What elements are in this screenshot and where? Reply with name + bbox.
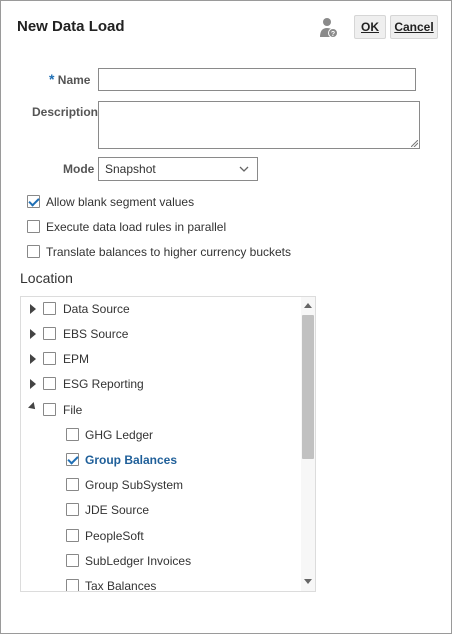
svg-text:?: ? — [331, 31, 335, 38]
ok-button[interactable]: OK — [354, 15, 386, 39]
cancel-button[interactable]: Cancel — [390, 15, 438, 39]
allow-blank-segment-label: Allow blank segment values — [46, 195, 195, 209]
tree-item-data-source[interactable]: Data Source — [63, 302, 130, 316]
tree-checkbox-jde-source[interactable] — [66, 503, 79, 516]
tree-item-epm[interactable]: EPM — [63, 352, 89, 366]
mode-label: Mode — [63, 162, 95, 176]
expand-triangle-icon[interactable] — [30, 329, 36, 339]
scroll-down-arrow-icon[interactable] — [304, 579, 312, 584]
expand-triangle-icon[interactable] — [30, 304, 36, 314]
chevron-down-icon — [239, 166, 249, 172]
expand-triangle-icon[interactable] — [30, 354, 36, 364]
collapse-triangle-icon[interactable] — [28, 402, 38, 412]
tree-checkbox-ghg-ledger[interactable] — [66, 428, 79, 441]
tree-item-peoplesoft[interactable]: PeopleSoft — [85, 529, 144, 543]
translate-balances-checkbox[interactable] — [27, 245, 40, 258]
person-help-icon[interactable]: ? — [320, 17, 338, 39]
tree-item-group-balances[interactable]: Group Balances — [85, 453, 177, 467]
name-input[interactable] — [98, 68, 416, 91]
tree-item-subledger-invoices[interactable]: SubLedger Invoices — [85, 554, 191, 568]
required-marker: * — [49, 71, 55, 87]
mode-select-value: Snapshot — [105, 162, 156, 176]
tree-checkbox-peoplesoft[interactable] — [66, 529, 79, 542]
tree-item-tax-balances[interactable]: Tax Balances — [85, 579, 156, 591]
name-label-group: * Name — [49, 71, 90, 87]
tree-item-group-subsystem[interactable]: Group SubSystem — [85, 478, 183, 492]
location-tree: Data Source EBS Source EPM ESG Reporting… — [20, 296, 316, 592]
translate-balances-label: Translate balances to higher currency bu… — [46, 245, 292, 259]
name-label: Name — [57, 73, 91, 87]
new-data-load-dialog: New Data Load ? OK Cancel * Name Descrip… — [0, 0, 452, 634]
tree-scrollbar[interactable] — [301, 297, 315, 591]
tree-item-jde-source[interactable]: JDE Source — [85, 503, 149, 517]
expand-triangle-icon[interactable] — [30, 379, 36, 389]
execute-parallel-checkbox[interactable] — [27, 220, 40, 233]
allow-blank-segment-checkbox[interactable] — [27, 195, 40, 208]
scroll-up-arrow-icon[interactable] — [304, 303, 312, 308]
description-textarea[interactable] — [98, 101, 420, 149]
tree-item-esg-reporting[interactable]: ESG Reporting — [63, 377, 144, 391]
tree-checkbox-ebs-source[interactable] — [43, 327, 56, 340]
location-heading: Location — [20, 270, 73, 286]
tree-checkbox-group-subsystem[interactable] — [66, 478, 79, 491]
description-label: Description — [32, 105, 99, 119]
scrollbar-thumb[interactable] — [302, 315, 314, 459]
tree-item-file[interactable]: File — [63, 403, 82, 417]
tree-item-ebs-source[interactable]: EBS Source — [63, 327, 128, 341]
tree-checkbox-group-balances[interactable] — [66, 453, 79, 466]
execute-parallel-label: Execute data load rules in parallel — [46, 220, 227, 234]
dialog-title: New Data Load — [17, 18, 125, 35]
tree-checkbox-esg-reporting[interactable] — [43, 377, 56, 390]
tree-checkbox-data-source[interactable] — [43, 302, 56, 315]
tree-item-ghg-ledger[interactable]: GHG Ledger — [85, 428, 153, 442]
resize-grip-icon[interactable] — [411, 140, 418, 147]
mode-select[interactable]: Snapshot — [98, 157, 258, 181]
tree-checkbox-subledger-invoices[interactable] — [66, 554, 79, 567]
tree-checkbox-epm[interactable] — [43, 352, 56, 365]
tree-checkbox-file[interactable] — [43, 403, 56, 416]
tree-checkbox-tax-balances[interactable] — [66, 579, 79, 591]
